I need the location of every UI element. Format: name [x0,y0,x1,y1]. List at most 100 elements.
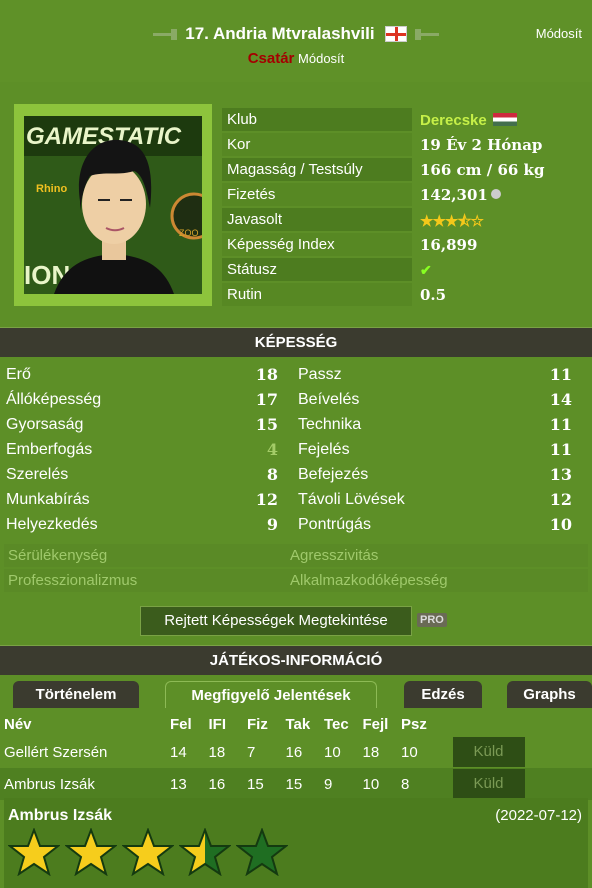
skill-value: 11 [549,440,572,459]
info-label: Javasolt [222,208,412,231]
skill-value: 13 [549,465,572,484]
skill-cell: Technika 11 [288,412,580,437]
report-date: (2022-07-12) [495,807,582,824]
tab-training[interactable]: Edzés [404,681,482,708]
info-tabs: Történelem Megfigyelő Jelentések Edzés G… [0,681,592,709]
info-label: Státusz [222,258,412,281]
skill-row: Állóképesség 17 Beívelés 14 [0,387,592,412]
info-row-height-weight: Magasság / Testsúly 166 cm / 66 kg [222,158,586,181]
star-icon [65,828,117,876]
scout-name: Ambrus Izsák [4,775,95,793]
skill-value: 14 [549,390,572,409]
skill-label: Beívelés [298,390,360,408]
avatar: GAMESTATIC Rhino ZOO ION [24,116,202,294]
skill-cell: Beívelés 14 [288,387,580,412]
info-row-status: Státusz ✔ [222,258,586,281]
table-cell: 7 [247,743,256,761]
scout-report: Ambrus Izsák (2022-07-12) [4,798,588,888]
skill-cell: Befejezés 13 [288,462,580,487]
coin-icon [490,189,501,199]
info-row-age: Kor 19 Év 2 Hónap [222,133,586,156]
table-row: Ambrus Izsák 13 16 15 15 9 10 8 Küld [0,768,592,800]
table-cell: 15 [285,775,303,793]
column-header: Fejl [362,715,389,733]
table-cell: 8 [401,775,410,793]
club-link[interactable]: Derecske [420,112,487,129]
column-header: Fel [170,715,192,733]
star-icon [236,828,288,876]
skill-label: Szerelés [6,465,69,483]
column-header: Tak [285,715,311,733]
info-label: Képesség Index [222,233,412,256]
avatar-frame: GAMESTATIC Rhino ZOO ION [14,104,212,306]
info-value-wage-cell: 142,301 [412,183,586,206]
scout-name: Gellért Szersén [4,743,108,761]
skill-label: Gyorsaság [6,415,84,433]
skill-row: Szerelés 8 Befejezés 13 [0,462,592,487]
skill-cell: Munkabírás 12 [0,487,288,512]
decoration-right [414,28,439,40]
tab-history[interactable]: Történelem [13,681,139,708]
skill-row: Helyezkedés 9 Pontrúgás 10 [0,512,592,537]
table-cell: 16 [208,775,226,793]
skill-label: Technika [298,415,362,433]
skill-value: 15 [255,415,278,434]
info-value-status-cell: ✔ [412,258,586,281]
column-header: IFI [208,715,227,733]
player-portrait-image: GAMESTATIC Rhino ZOO ION [24,116,202,294]
skill-label: Pontrúgás [298,515,371,533]
decoration-left [153,28,178,40]
send-scout-button[interactable]: Küld [452,769,525,799]
table-cell: 13 [170,775,187,793]
column-header: Fiz [247,715,268,733]
tab-graphs[interactable]: Graphs [507,681,592,708]
send-scout-button[interactable]: Küld [452,737,525,767]
skill-label: Befejezés [298,465,369,483]
info-row-routine: Rutin 0.5 [222,283,586,306]
skill-label: Munkabírás [6,490,90,508]
hidden-skills-row: Professzionalizmus Alkalmazkodóképesség [4,569,588,592]
skill-cell: Fejelés 11 [288,437,580,462]
view-hidden-skills-button[interactable]: Rejtett Képességek Megtekintése [140,606,412,636]
info-label: Magasság / Testsúly [222,158,412,181]
table-cell: 18 [362,743,380,761]
georgia-flag-icon [384,26,407,42]
skill-cell: Szerelés 8 [0,462,288,487]
player-name: 17. Andria Mtvralashvili [185,24,375,43]
column-header: Psz [401,715,427,733]
edit-name-link[interactable]: Módosít [536,26,582,41]
table-cell: 9 [324,775,333,793]
skill-value: 4 [266,440,278,459]
info-value: 16,899 [412,233,586,256]
skill-cell: Pontrúgás 10 [288,512,580,537]
skill-label: Helyezkedés [6,515,98,533]
skill-row: Erő 18 Passz 11 [0,362,592,387]
skills-section-title: KÉPESSÉG [0,327,592,357]
report-scout-name: Ambrus Izsák [8,807,113,824]
skills-table: Erő 18 Passz 11 Állóképesség 17 Beívelés 14 Gyor… [0,362,592,537]
skill-label: Állóképesség [6,390,102,408]
info-value-rating-cell: ★★★⯪☆ [412,208,586,231]
player-info-section-title: JÁTÉKOS-INFORMÁCIÓ [0,645,592,675]
skill-cell: Gyorsaság 15 [0,412,288,437]
info-value: 0.5 [412,283,586,306]
skill-value: 11 [549,415,572,434]
skill-value: 8 [266,465,278,484]
skill-cell: Emberfogás 4 [0,437,288,462]
skill-cell: Távoli Lövések 12 [288,487,580,512]
check-icon: ✔ [420,263,432,279]
table-header: Név Fel IFI Fiz Tak Tec Fejl Psz [0,712,592,736]
info-row-recommended: Javasolt ★★★⯪☆ [222,208,586,231]
table-cell: 10 [401,743,418,761]
edit-position-link[interactable]: Módosít [298,51,344,66]
skill-cell: Állóképesség 17 [0,387,288,412]
column-header: Tec [324,715,349,733]
tab-scout-reports[interactable]: Megfigyelő Jelentések [165,681,377,708]
info-value: 19 Év 2 Hónap [412,133,586,156]
table-cell: 16 [285,743,303,761]
hidden-skill-label: Professzionalizmus [8,572,138,589]
hungary-flag-icon [492,113,517,126]
hidden-skill-label: Agresszivitás [290,547,379,564]
table-cell: 14 [170,743,187,761]
info-label: Rutin [222,283,412,306]
